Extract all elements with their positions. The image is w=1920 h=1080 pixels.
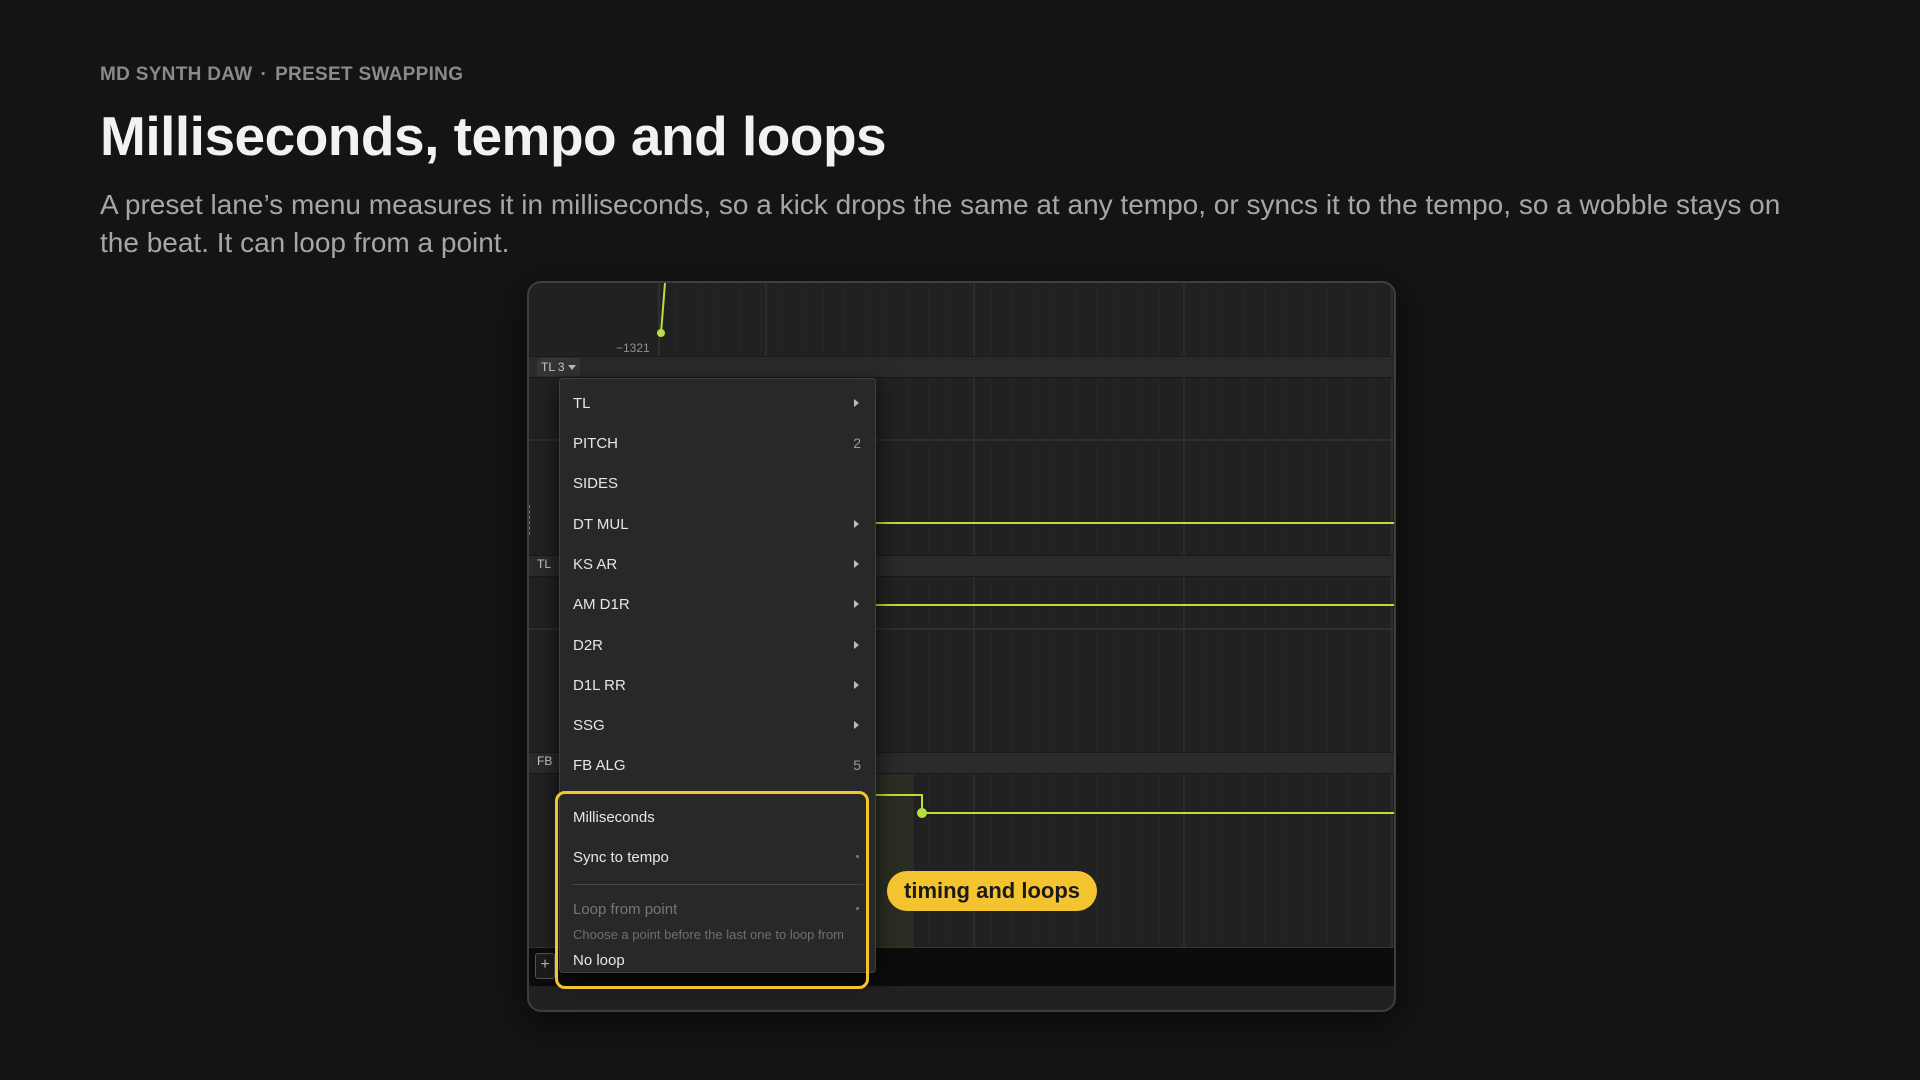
menu-item-label: Sync to tempo [573, 849, 669, 866]
chevron-right-icon [854, 399, 859, 407]
lane-label-tl[interactable]: TL [537, 557, 551, 571]
menu-item-label: SIDES [573, 475, 619, 492]
eyebrow-app: MD SYNTH DAW [100, 64, 253, 85]
menu-separator [572, 884, 863, 885]
menu-item-label: AM D1R [573, 596, 630, 613]
menu-item-pitch[interactable]: PITCH 2 [573, 431, 863, 455]
menu-item-d2r[interactable]: D2R [573, 633, 863, 657]
menu-item-sides[interactable]: SIDES [573, 471, 863, 495]
menu-item-label: DT MUL [573, 516, 629, 533]
eyebrow-separator: · [260, 64, 268, 85]
eyebrow-section: PRESET SWAPPING [275, 64, 464, 85]
loop-hint: Choose a point before the last one to lo… [573, 927, 845, 942]
page-description: A preset lane’s menu measures it in mill… [100, 189, 1781, 258]
menu-item-label: PITCH [573, 435, 618, 452]
lane-menu-button[interactable]: TL 3 [537, 358, 580, 376]
menu-item-label: SSG [573, 717, 605, 734]
menu-item-count: 5 [853, 757, 861, 773]
menu-item-dt-mul[interactable]: DT MUL [573, 512, 863, 536]
lane-button-label: TL 3 [541, 360, 565, 374]
menu-item-label: No loop [573, 952, 625, 969]
menu-item-ssg[interactable]: SSG [573, 713, 863, 737]
bullet-icon [856, 907, 859, 910]
lane-context-menu: TL PITCH 2 SIDES DT MUL KS AR AM D1R D2R … [559, 378, 876, 973]
menu-item-d1l-rr[interactable]: D1L RR [573, 673, 863, 697]
menu-item-label: Loop from point [573, 901, 678, 918]
menu-item-fb-alg[interactable]: FB ALG 5 [573, 753, 863, 777]
chevron-right-icon [854, 721, 859, 729]
menu-item-label: Milliseconds [573, 809, 655, 826]
menu-item-sync-to-tempo[interactable]: Sync to tempo [573, 845, 863, 869]
menu-item-am-d1r[interactable]: AM D1R [573, 592, 863, 616]
menu-item-label: FB ALG [573, 757, 626, 774]
chevron-down-icon [567, 365, 576, 371]
chevron-right-icon [854, 560, 859, 568]
bullet-icon [856, 855, 859, 858]
resize-handle[interactable] [529, 505, 533, 535]
eyebrow: MD SYNTH DAW · PRESET SWAPPING [100, 64, 463, 86]
chevron-right-icon [854, 600, 859, 608]
chevron-right-icon [854, 641, 859, 649]
lane-header-tl3 [529, 356, 1394, 378]
callout-badge: timing and loops [887, 871, 1097, 911]
menu-item-tl[interactable]: TL [573, 391, 863, 415]
chevron-right-icon [854, 681, 859, 689]
menu-item-label: TL [573, 395, 591, 412]
page-title: Milliseconds, tempo and loops [100, 105, 887, 167]
value-readout: −1321 [616, 341, 650, 355]
lane-label-fb[interactable]: FB [537, 754, 552, 768]
menu-item-label: D2R [573, 637, 604, 654]
menu-item-no-loop[interactable]: No loop [573, 948, 863, 972]
menu-item-count: 2 [853, 435, 861, 451]
menu-item-milliseconds[interactable]: Milliseconds [573, 805, 863, 829]
automation-point [657, 329, 665, 337]
chevron-right-icon [854, 520, 859, 528]
menu-item-loop-from-point: Loop from point [573, 897, 863, 921]
automation-point [917, 808, 927, 818]
menu-item-label: KS AR [573, 556, 618, 573]
add-lane-button[interactable]: + [535, 953, 555, 979]
menu-item-ks-ar[interactable]: KS AR [573, 552, 863, 576]
menu-item-label: D1L RR [573, 677, 626, 694]
